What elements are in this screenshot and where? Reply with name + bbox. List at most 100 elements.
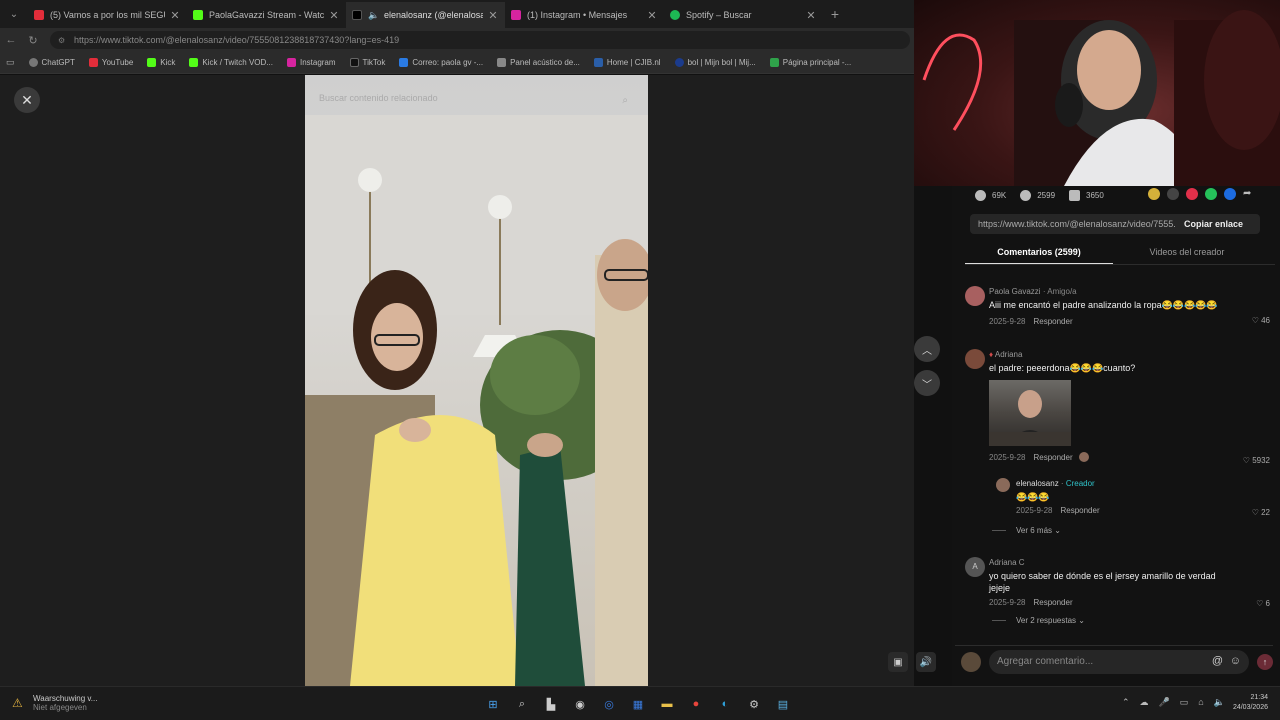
view-replies[interactable]: Ver 2 respuestas ⌄ [992, 616, 1085, 625]
comment-like[interactable]: ♡ 5932 [1243, 456, 1270, 465]
obs-icon[interactable]: ◉ [571, 695, 589, 713]
avatar[interactable]: A [965, 557, 985, 577]
tab-kick[interactable]: PaolaGavazzi Stream - Watch Live ✕ [187, 2, 346, 28]
tab-search-icon[interactable]: ⌄ [0, 0, 28, 28]
notepad-icon[interactable]: ▤ [774, 695, 792, 713]
bookmarks-bar: ▭ ChatGPT YouTube Kick Kick / Twitch VOD… [0, 52, 914, 74]
new-tab-button[interactable]: + [823, 6, 847, 22]
bookmark-youtube[interactable]: YouTube [88, 58, 133, 67]
share-arrow-icon[interactable]: ➦ [1243, 188, 1255, 200]
comment-author[interactable]: elenalosanz [1016, 479, 1059, 488]
reply-button[interactable]: Responder [1033, 598, 1072, 607]
comment-like[interactable]: ♡ 46 [1252, 316, 1270, 325]
bookmark-kick-twitch-vod[interactable]: Kick / Twitch VOD... [189, 58, 273, 67]
send-button[interactable]: ↑ [1257, 653, 1273, 670]
close-icon[interactable]: ✕ [169, 9, 181, 22]
embed-icon[interactable] [1167, 188, 1179, 200]
bookmarks-menu-icon[interactable]: ▭ [6, 57, 15, 68]
copy-link-button[interactable]: Copiar enlace [1176, 219, 1243, 229]
avatar[interactable] [965, 286, 985, 306]
comment-meta: 2025-9-28 Responder [989, 317, 1270, 326]
comment-author[interactable]: Adriana C [989, 558, 1025, 567]
settings-icon[interactable]: ⚙ [745, 695, 763, 713]
next-video-button[interactable]: ﹀ [914, 370, 940, 396]
comment-date: 2025-9-28 [989, 598, 1026, 607]
comment-author[interactable]: Paola Gavazzi [989, 287, 1041, 296]
task-view-icon[interactable]: ▙ [542, 695, 560, 713]
reload-icon[interactable]: ↻ [22, 34, 44, 47]
reply-button[interactable]: Responder [1033, 453, 1072, 462]
avatar[interactable] [965, 349, 985, 369]
close-icon[interactable]: ✕ [328, 9, 340, 22]
site-info-icon[interactable]: ⚙ [58, 36, 68, 45]
tab-comments[interactable]: Comentarios (2599) [965, 241, 1113, 264]
tab-spotify[interactable]: Spotify – Buscar ✕ [664, 2, 823, 28]
chevron-down-icon: ⌄ [1078, 616, 1085, 625]
file-explorer-icon[interactable]: ▬ [658, 695, 676, 713]
bookmark-cjib[interactable]: Home | CJIB.nl [593, 58, 661, 67]
bookmark-panel[interactable]: Panel acústico de... [497, 58, 580, 67]
tab-tiktok[interactable]: 🔈 elenalosanz (@elenalosanz) | ✕ [346, 2, 505, 28]
network-icon[interactable]: ⌂ [1198, 697, 1203, 708]
comment-image[interactable] [989, 380, 1071, 446]
tray-app-icon[interactable]: ☁ [1140, 697, 1149, 708]
edge-icon[interactable]: ◐ [716, 695, 734, 713]
address-row: ← ↻ ⚙ https://www.tiktok.com/@elenalosan… [0, 28, 914, 52]
comment-stat[interactable]: 2599 [1020, 189, 1055, 201]
close-video-button[interactable]: ✕ [14, 87, 40, 113]
bookmark-chatgpt[interactable]: ChatGPT [28, 58, 75, 67]
bookmark-drive[interactable]: Página principal -... [769, 58, 851, 67]
avatar[interactable] [996, 478, 1010, 492]
comment-input[interactable]: Agregar comentario... @ ☺ [989, 649, 1249, 674]
coin-icon[interactable] [1148, 188, 1160, 200]
chrome-icon[interactable]: ● [687, 695, 705, 713]
bookmark-kick[interactable]: Kick [147, 58, 175, 67]
miniplayer-icon[interactable]: ▣ [888, 652, 908, 672]
whatsapp-icon[interactable] [1205, 188, 1217, 200]
bookmark-bol[interactable]: bol | Mijn bol | Mij... [674, 58, 756, 67]
comment-like[interactable]: ♡ 6 [1256, 599, 1270, 608]
divider [992, 620, 1006, 621]
bookmark-correo[interactable]: Correo: paola gv -... [399, 58, 483, 67]
share-url[interactable]: https://www.tiktok.com/@elenalosanz/vide… [970, 219, 1176, 229]
bookmark-instagram[interactable]: Instagram [286, 58, 336, 67]
comment-like[interactable]: ♡ 22 [1252, 508, 1270, 517]
address-bar[interactable]: ⚙ https://www.tiktok.com/@elenalosanz/vi… [50, 31, 910, 49]
search-icon[interactable]: ⌕ [513, 695, 531, 713]
display-icon[interactable]: ▭ [1180, 697, 1189, 708]
tab-title: PaolaGavazzi Stream - Watch Live [209, 10, 324, 20]
comment-author[interactable]: Adriana [995, 350, 1023, 359]
tab-creator-videos[interactable]: Videos del creador [1113, 241, 1261, 264]
app-icon[interactable]: ◎ [600, 695, 618, 713]
store-icon[interactable]: ▦ [629, 695, 647, 713]
previous-video-button[interactable]: ︿ [914, 336, 940, 362]
reply-button[interactable]: Responder [1033, 317, 1072, 326]
chevron-up-icon[interactable]: ⌃ [1122, 697, 1130, 708]
clock[interactable]: 21:34 24/03/2026 [1224, 693, 1268, 713]
tab-title: (5) Vamos a por los mil SEGUIDO [50, 10, 165, 20]
like-stat[interactable]: 69K [975, 189, 1006, 201]
tab-instagram[interactable]: (1) Instagram • Mensajes ✕ [505, 2, 664, 28]
mention-icon[interactable]: @ [1212, 655, 1223, 667]
video-player[interactable]: Buscar contenido relacionado ⌕ [305, 75, 648, 686]
close-icon[interactable]: ✕ [805, 9, 817, 22]
save-stat[interactable]: 3650 [1069, 189, 1104, 201]
comment-text: el padre: peeerdona😂😂😂cuanto? [989, 363, 1136, 373]
volume-icon[interactable]: 🔊 [916, 652, 936, 672]
close-icon[interactable]: ✕ [646, 9, 658, 22]
emoji-icon[interactable]: ☺ [1230, 655, 1241, 667]
send-to-friend-icon[interactable] [1186, 188, 1198, 200]
windows-start-icon[interactable]: ⊞ [484, 695, 502, 713]
close-icon[interactable]: ✕ [487, 9, 499, 22]
facebook-icon[interactable] [1224, 188, 1236, 200]
weather-warning[interactable]: ⚠ Waarschuwing v... Niet afgegeven [12, 694, 97, 712]
reply-button[interactable]: Responder [1060, 506, 1099, 515]
tab-title: elenalosanz (@elenalosanz) | [384, 10, 483, 20]
comment-placeholder: Agregar comentario... [997, 656, 1094, 667]
back-icon[interactable]: ← [0, 34, 22, 46]
view-more-replies[interactable]: Ver 6 más ⌄ [992, 526, 1061, 535]
bookmark-tiktok[interactable]: TikTok [349, 58, 385, 67]
warning-icon: ⚠ [12, 696, 23, 710]
tab-youtube[interactable]: (5) Vamos a por los mil SEGUIDO ✕ [28, 2, 187, 28]
microphone-icon[interactable]: 🎤 [1159, 697, 1170, 708]
